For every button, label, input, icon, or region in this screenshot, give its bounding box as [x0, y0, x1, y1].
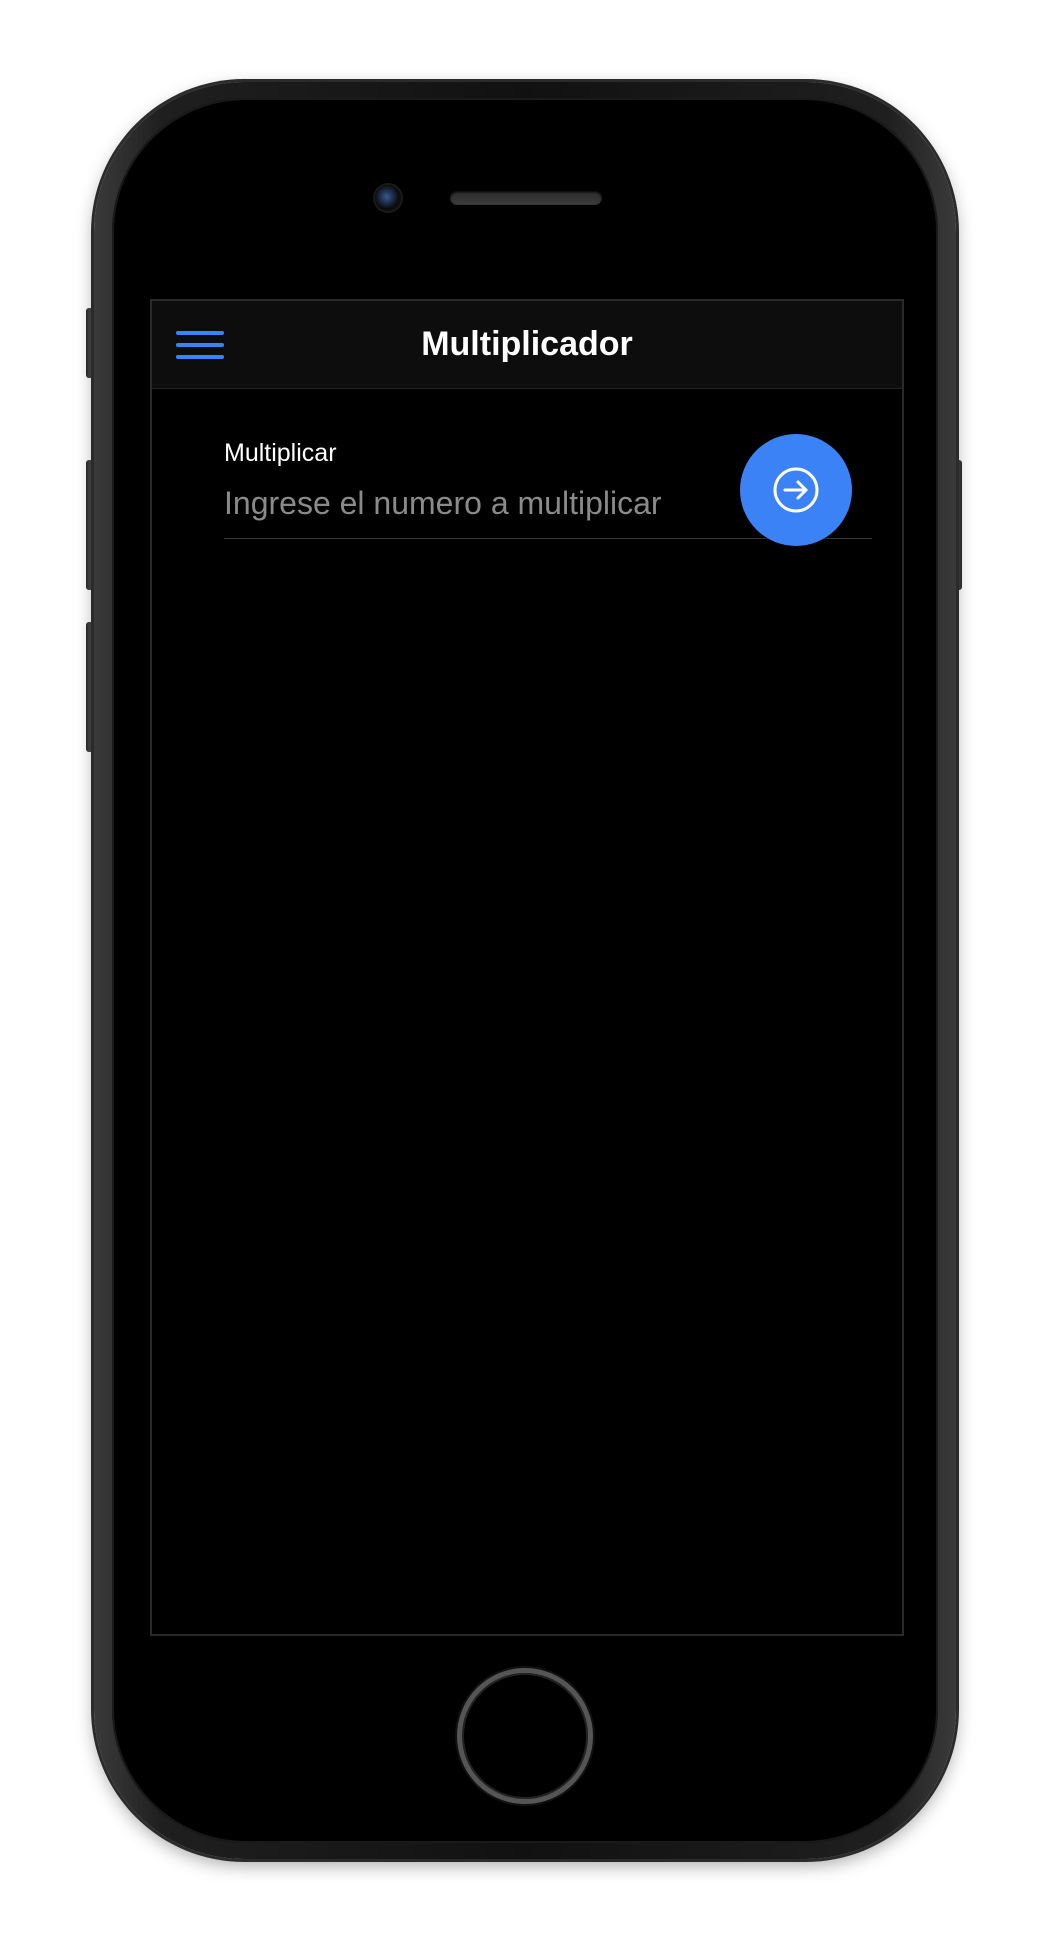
multiply-number-input[interactable]	[224, 479, 724, 527]
app-header: Multiplicador	[152, 301, 902, 389]
app-screen: Multiplicador Multiplicar	[150, 299, 904, 1636]
submit-button[interactable]	[740, 434, 852, 546]
arrow-forward-circle-icon	[773, 467, 819, 513]
volume-down-button	[86, 622, 94, 752]
home-button[interactable]	[457, 1668, 593, 1804]
mute-switch	[86, 308, 94, 378]
front-camera-icon	[375, 185, 401, 211]
volume-up-button	[86, 460, 94, 590]
multiply-input-label: Multiplicar	[224, 439, 337, 467]
main-content: Multiplicar	[152, 389, 902, 1634]
page-title: Multiplicador	[421, 325, 633, 363]
speaker-grille	[450, 191, 602, 205]
